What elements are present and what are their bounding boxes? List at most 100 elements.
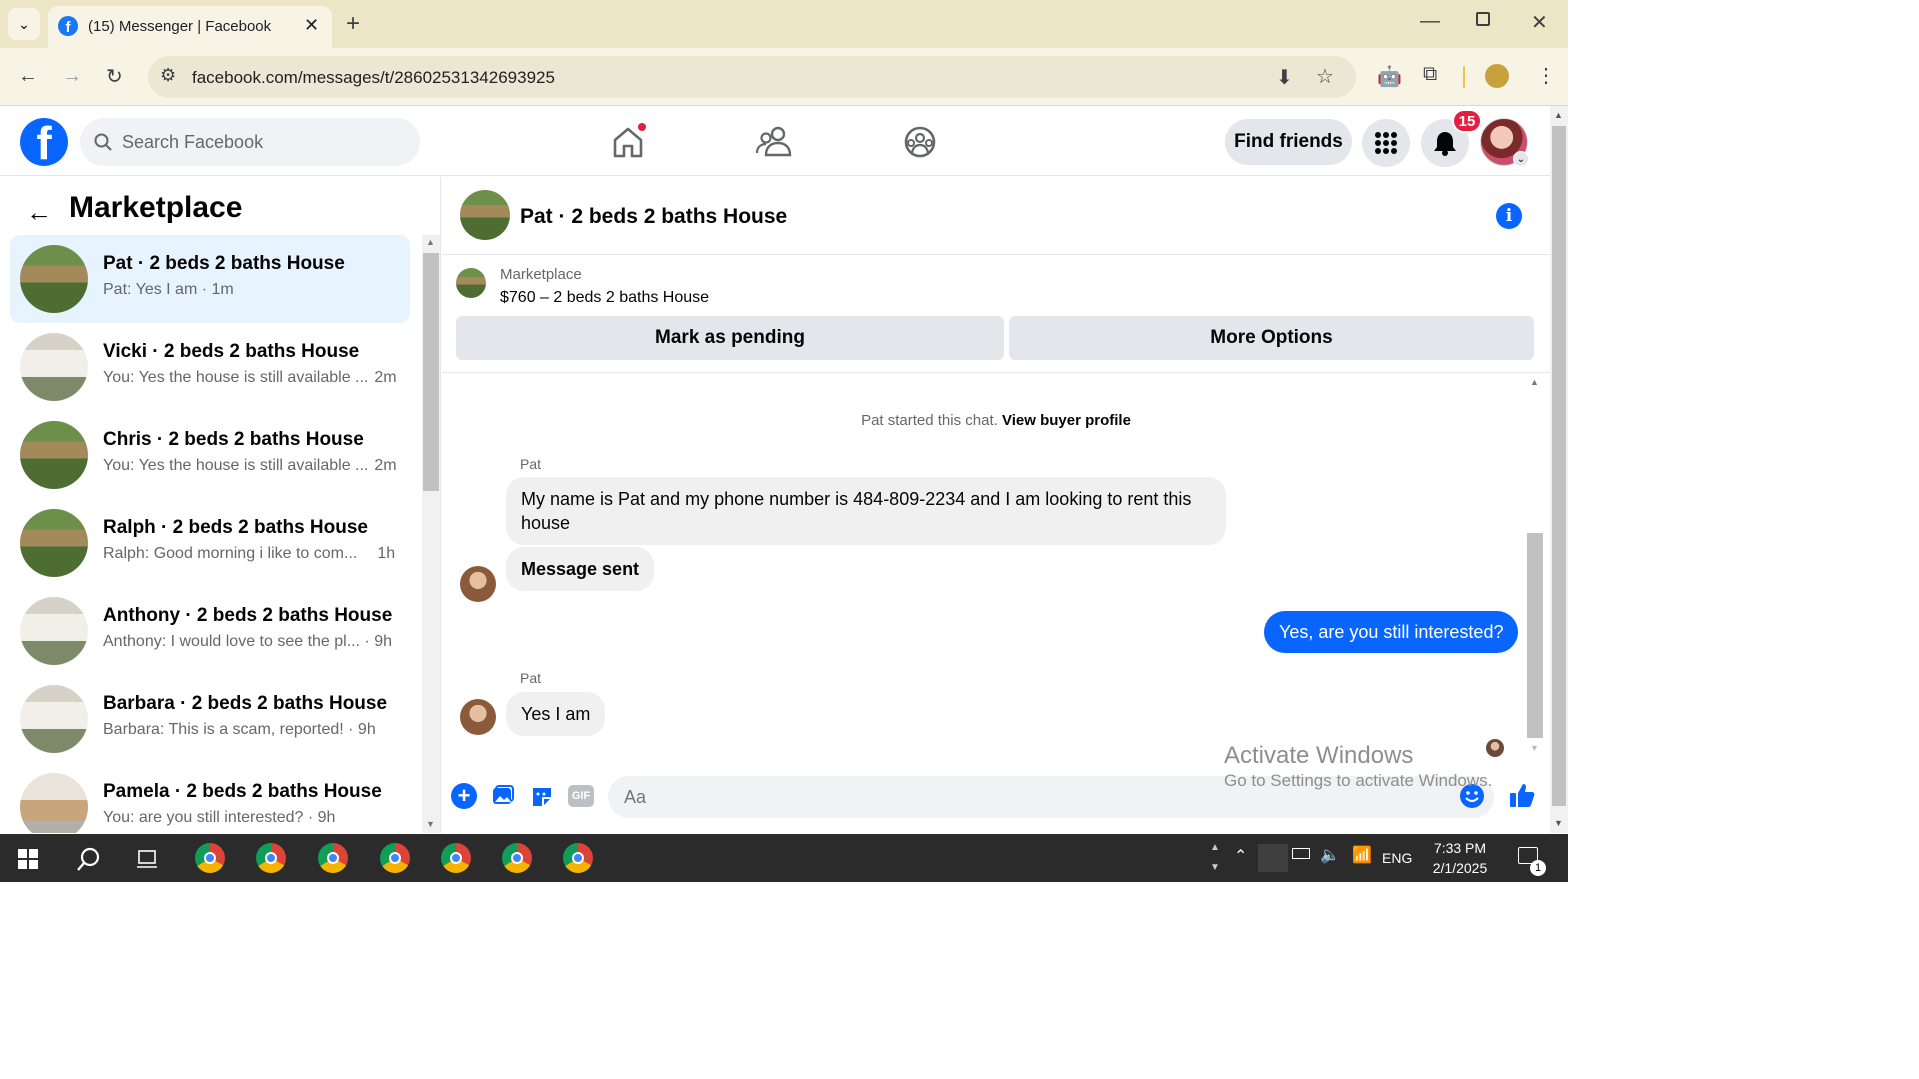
groups-icon[interactable] [900, 122, 940, 162]
conversation-item[interactable]: Barbara · 2 beds 2 baths House Barbara: … [10, 675, 410, 763]
tab-search-button[interactable]: ⌄ [8, 8, 40, 40]
preview-text: You: Yes the house is still available ..… [103, 457, 369, 474]
profile-icon[interactable] [1485, 64, 1509, 88]
sticker-icon[interactable] [530, 784, 554, 808]
chrome-app-icon[interactable] [563, 843, 593, 873]
chrome-app-icon[interactable] [441, 843, 471, 873]
scroll-down-arrow-icon[interactable]: ▼ [1554, 818, 1563, 828]
chat-title[interactable]: Pat · 2 beds 2 baths House [520, 205, 787, 229]
scrollbar-thumb[interactable] [1527, 533, 1543, 738]
back-arrow-icon[interactable]: ← [26, 197, 52, 228]
language-indicator[interactable]: ENG [1382, 850, 1412, 866]
scrollbar-thumb[interactable] [423, 253, 439, 491]
browser-menu-icon[interactable]: ⋮ [1536, 63, 1556, 88]
listing-thumbnail [20, 245, 88, 313]
facebook-favicon-icon: f [58, 16, 78, 36]
assistant-icon[interactable]: 🤖 [1377, 64, 1402, 89]
chevron-down-icon[interactable]: ⌄ [1513, 151, 1529, 167]
incoming-message[interactable]: Message sent [506, 547, 655, 591]
facebook-logo[interactable]: f [20, 118, 68, 166]
conversation-list-scrollbar[interactable]: ▲ ▼ [422, 235, 440, 833]
conversation-item[interactable]: Pat · 2 beds 2 baths House Pat: Yes I am… [10, 235, 410, 323]
incoming-message[interactable]: My name is Pat and my phone number is 48… [506, 477, 1226, 545]
chrome-app-icon[interactable] [502, 843, 532, 873]
view-buyer-profile-link[interactable]: View buyer profile [1002, 412, 1131, 429]
scroll-down-arrow-icon[interactable]: ▼ [426, 819, 435, 829]
browser-toolbar: ← → ↻ ⚙ facebook.com/messages/t/28602531… [0, 48, 1568, 106]
windows-start-icon[interactable] [18, 849, 38, 869]
volume-icon[interactable]: 🔈 [1320, 845, 1340, 865]
conversation-list-panel: ← Marketplace Pat · 2 beds 2 baths House… [0, 177, 441, 833]
outgoing-message[interactable]: Yes, are you still interested? [1264, 611, 1519, 653]
conversation-item[interactable]: Ralph · 2 beds 2 baths House Ralph: Good… [10, 499, 410, 587]
plus-icon[interactable]: + [451, 783, 477, 809]
minimize-window-button[interactable]: — [1420, 10, 1440, 33]
conversation-name: Barbara · 2 beds 2 baths House [103, 693, 388, 714]
chrome-app-icon[interactable] [256, 843, 286, 873]
chrome-app-icon[interactable] [318, 843, 348, 873]
menu-grid-button[interactable] [1362, 119, 1410, 167]
taskbar-scroll-arrows-icon[interactable]: ▲ ▼ [1210, 838, 1220, 878]
new-tab-button[interactable]: + [346, 10, 360, 38]
conversation-item[interactable]: Chris · 2 beds 2 baths House You: Yes th… [10, 411, 410, 499]
chat-listing-thumbnail[interactable] [460, 190, 510, 240]
grid-icon [1375, 132, 1397, 154]
address-bar[interactable]: ⚙ facebook.com/messages/t/28602531342693… [148, 56, 1356, 98]
battery-icon[interactable] [1292, 848, 1310, 859]
conversation-preview: You: are you still interested? · 9h [103, 809, 336, 826]
search-icon[interactable] [76, 846, 102, 872]
conversation-item[interactable]: Vicki · 2 beds 2 baths House You: Yes th… [10, 323, 410, 411]
conversation-item[interactable]: Pamela · 2 beds 2 baths House You: are y… [10, 763, 410, 833]
scroll-up-arrow-icon[interactable]: ▲ [1530, 377, 1539, 387]
listing-thumbnail [20, 509, 88, 577]
sender-avatar[interactable] [460, 699, 496, 735]
sender-avatar[interactable] [460, 566, 496, 602]
conversation-item[interactable]: Anthony · 2 beds 2 baths House Anthony: … [10, 587, 410, 675]
watermark-subtitle: Go to Settings to activate Windows. [1224, 770, 1493, 790]
home-icon[interactable] [608, 122, 648, 162]
info-icon[interactable]: i [1496, 203, 1522, 229]
page-scrollbar[interactable]: ▲ ▼ [1550, 106, 1568, 833]
pen-app-icon[interactable] [1258, 844, 1288, 872]
scroll-up-arrow-icon[interactable]: ▲ [426, 237, 435, 247]
scroll-up-arrow-icon[interactable]: ▲ [1554, 110, 1563, 120]
search-bar[interactable]: Search Facebook [80, 118, 420, 166]
close-tab-icon[interactable]: ✕ [304, 15, 319, 36]
forward-arrow-icon[interactable]: → [62, 65, 82, 88]
conversation-name: Pamela · 2 beds 2 baths House [103, 781, 382, 802]
chrome-app-icon[interactable] [380, 843, 410, 873]
mark-as-pending-button[interactable]: Mark as pending [456, 316, 1004, 360]
marketplace-label: Marketplace [500, 266, 582, 283]
close-window-button[interactable]: ✕ [1531, 10, 1548, 35]
scroll-down-arrow-icon[interactable]: ▼ [1530, 743, 1539, 753]
incoming-message[interactable]: Yes I am [506, 692, 606, 736]
install-app-icon[interactable]: ⬇ [1276, 65, 1293, 90]
reload-icon[interactable]: ↻ [106, 64, 123, 89]
restore-window-button[interactable] [1476, 12, 1490, 26]
listing-thumbnail [20, 685, 88, 753]
more-options-button[interactable]: More Options [1009, 316, 1534, 360]
system-clock[interactable]: 7:33 PM 2/1/2025 [1420, 838, 1500, 878]
show-hidden-icons-icon[interactable]: ⌃ [1234, 846, 1247, 866]
task-view-icon[interactable] [136, 847, 158, 869]
back-arrow-icon[interactable]: ← [18, 65, 38, 88]
listing-thumbnail [20, 597, 88, 665]
friends-icon[interactable] [754, 122, 794, 162]
chat-scrollbar[interactable]: ▲ ▼ [1526, 377, 1544, 761]
chat-start-text: Pat started this chat. [861, 412, 998, 429]
extensions-icon[interactable]: ⧉ [1423, 63, 1437, 86]
browser-tab[interactable]: f (15) Messenger | Facebook ✕ [48, 6, 332, 48]
chrome-app-icon[interactable] [195, 843, 225, 873]
url-text[interactable]: facebook.com/messages/t/2860253134269392… [192, 68, 555, 88]
scrollbar-thumb[interactable] [1552, 126, 1566, 806]
site-settings-icon[interactable]: ⚙ [160, 65, 176, 86]
bookmark-star-icon[interactable]: ☆ [1316, 64, 1334, 89]
conversation-name: Anthony · 2 beds 2 baths House [103, 605, 393, 626]
thumbs-up-icon[interactable] [1508, 781, 1536, 809]
find-friends-button[interactable]: Find friends [1225, 119, 1352, 165]
wifi-icon[interactable]: 📶 [1352, 845, 1372, 865]
photo-icon[interactable] [491, 784, 515, 808]
browser-tab-bar: ⌄ f (15) Messenger | Facebook ✕ + — ✕ [0, 0, 1568, 48]
gif-button[interactable]: GIF [568, 785, 594, 807]
conversation-name: Chris · 2 beds 2 baths House [103, 429, 364, 450]
